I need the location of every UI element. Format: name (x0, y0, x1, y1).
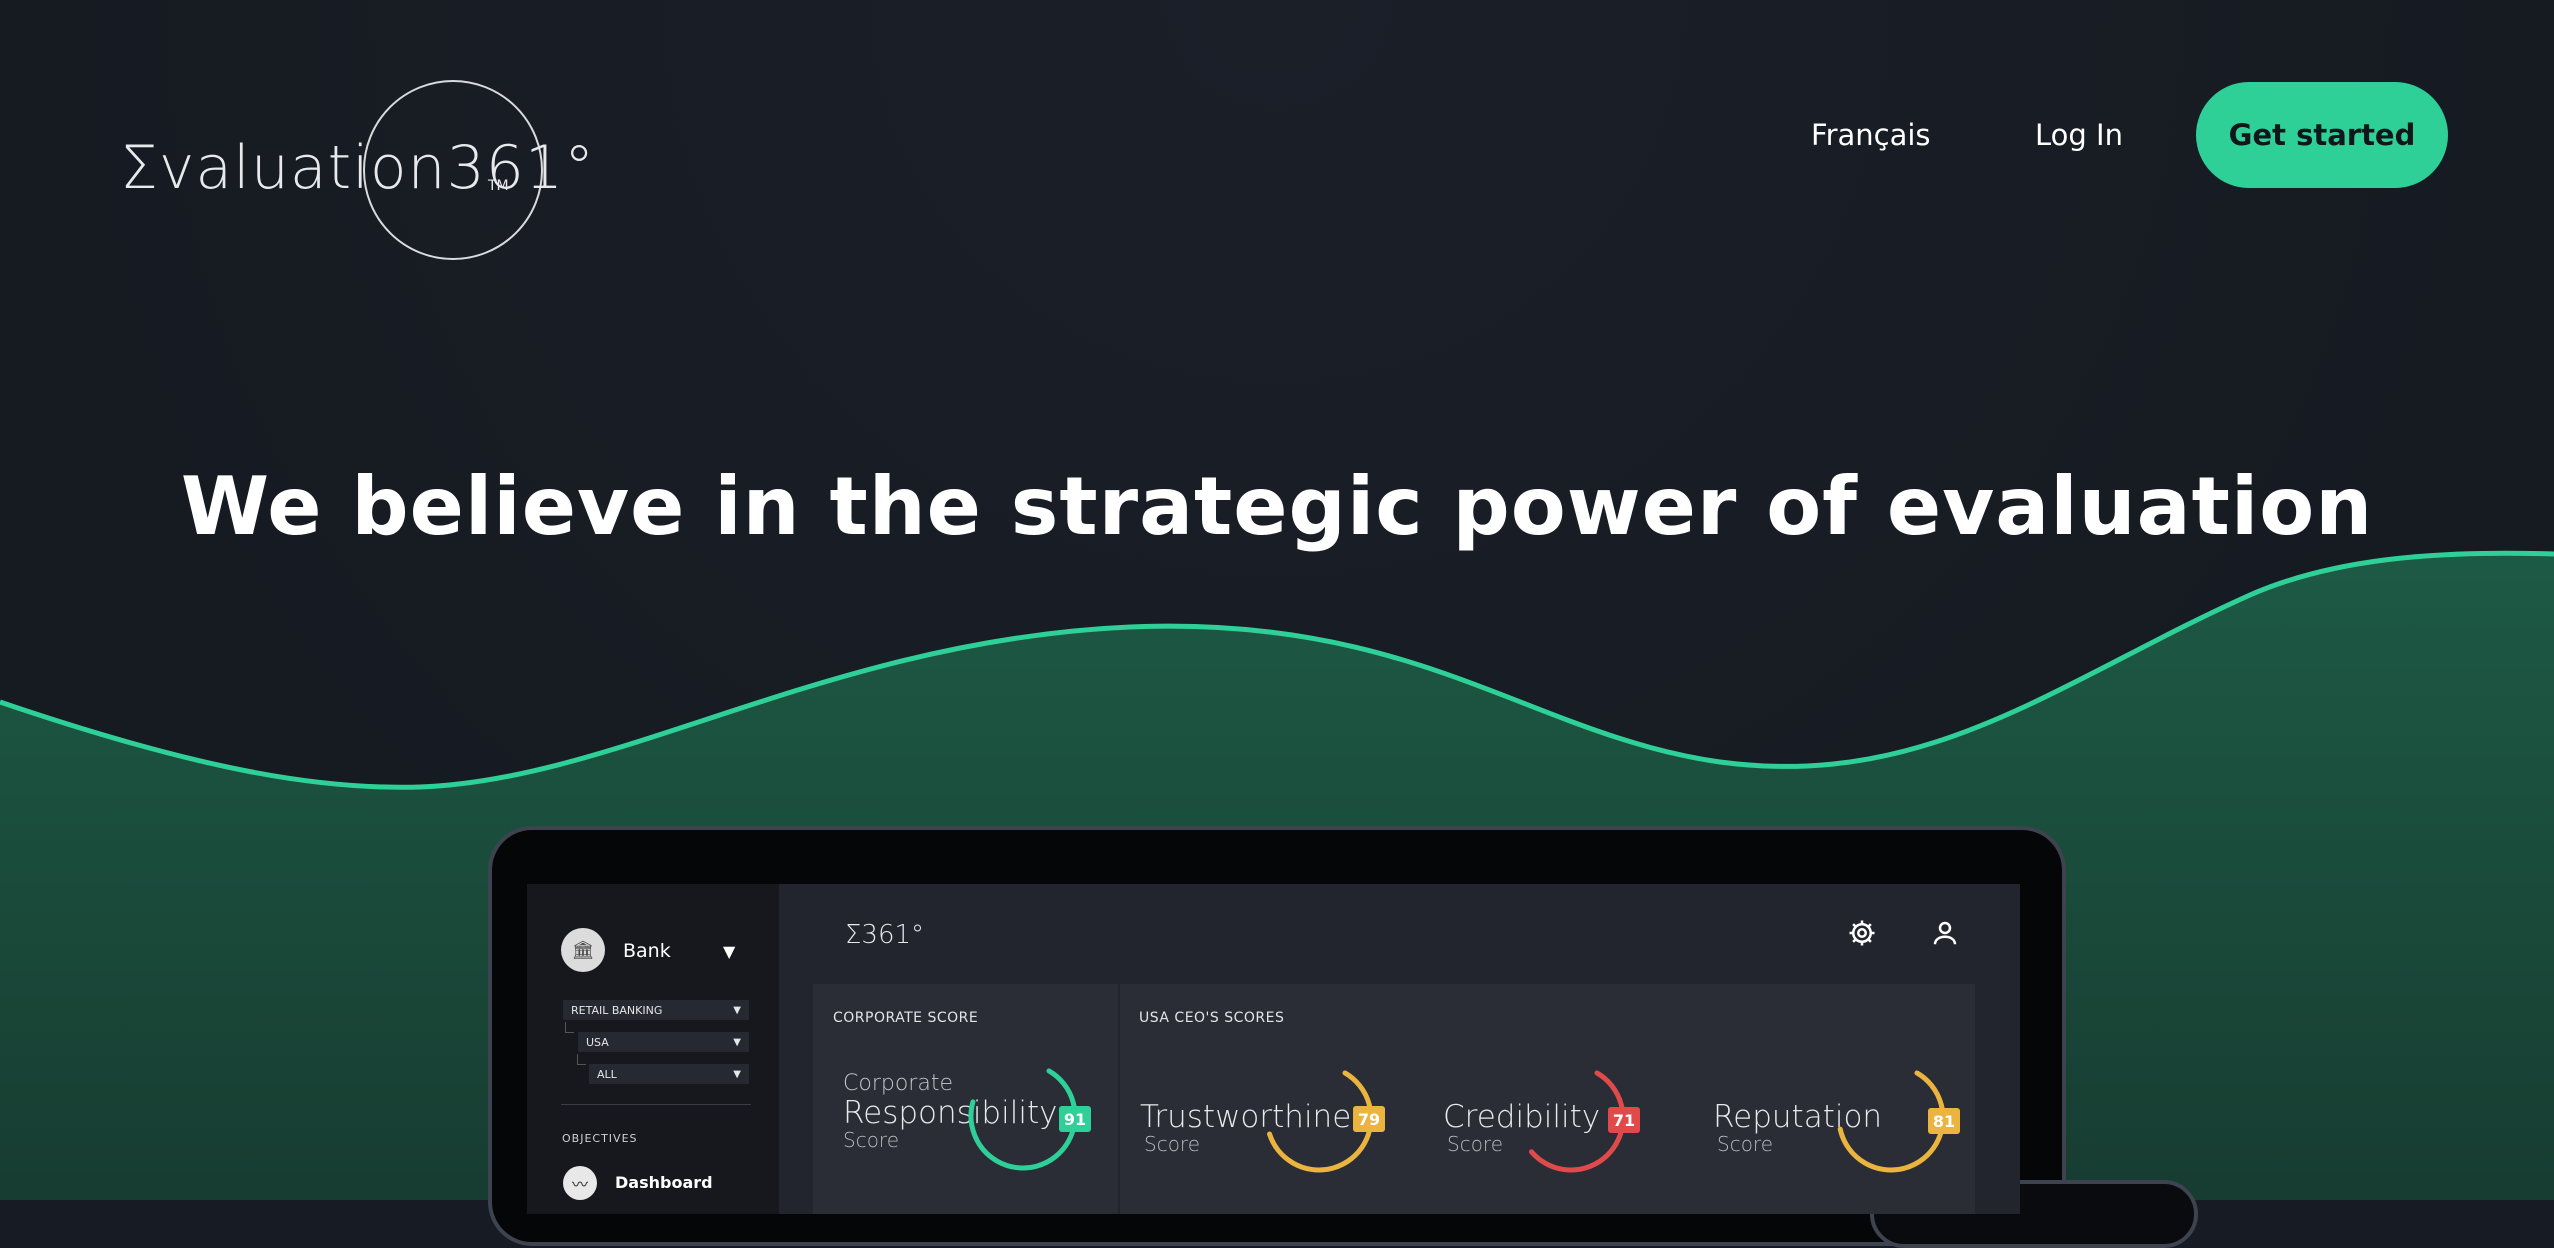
app-sidebar: 🏛 Bank ▼ RETAIL BANKING ▼ USA ▼ ALL ▼ OB… (527, 884, 779, 1214)
app-screen: 🏛 Bank ▼ RETAIL BANKING ▼ USA ▼ ALL ▼ OB… (527, 884, 2020, 1214)
app-logo[interactable]: Σ361° (845, 920, 924, 950)
filter-select-country[interactable]: USA ▼ (578, 1032, 749, 1052)
filter-value: USA (586, 1035, 609, 1049)
sidebar-item-dashboard[interactable]: Dashboard (615, 1173, 713, 1192)
caret-down-icon: ▼ (733, 1036, 741, 1048)
entity-name[interactable]: Bank (623, 940, 671, 962)
brand-logo[interactable]: Σvaluation361° TM (120, 75, 594, 265)
bank-icon: 🏛 (561, 928, 605, 972)
tree-connector (565, 1022, 574, 1033)
panel-divider (1118, 984, 1120, 1214)
score-badge: 81 (1928, 1108, 1960, 1134)
language-link[interactable]: Français (1811, 118, 1931, 152)
score-badge: 71 (1608, 1107, 1640, 1133)
caret-down-icon: ▼ (733, 1068, 741, 1080)
score-badge: 79 (1353, 1106, 1385, 1132)
filter-select-segment[interactable]: ALL ▼ (589, 1064, 749, 1084)
filter-value: RETAIL BANKING (571, 1003, 663, 1017)
filter-value: ALL (597, 1067, 617, 1081)
gear-icon[interactable] (1847, 918, 1877, 948)
filter-select-sector[interactable]: RETAIL BANKING ▼ (563, 1000, 749, 1020)
tree-connector (577, 1054, 586, 1065)
user-icon[interactable] (1930, 918, 1960, 948)
score-badge: 91 (1059, 1106, 1091, 1132)
caret-down-icon: ▼ (733, 1004, 741, 1016)
section-label: OBJECTIVES (562, 1132, 638, 1145)
score-panel: CORPORATE SCORE USA CEO'S SCORES Corpora… (813, 984, 1975, 1214)
get-started-button[interactable]: Get started (2196, 82, 2448, 188)
chevron-down-icon[interactable]: ▼ (723, 942, 735, 961)
sidebar-divider (561, 1104, 751, 1105)
corporate-score-label: CORPORATE SCORE (833, 1010, 979, 1026)
login-link[interactable]: Log In (2035, 118, 2123, 152)
ceo-scores-label: USA CEO'S SCORES (1139, 1010, 1285, 1026)
logo-text: Σvaluation361° (120, 133, 596, 203)
logo-trademark: TM (488, 178, 509, 194)
line-chart-icon[interactable]: 〰 (563, 1166, 597, 1200)
